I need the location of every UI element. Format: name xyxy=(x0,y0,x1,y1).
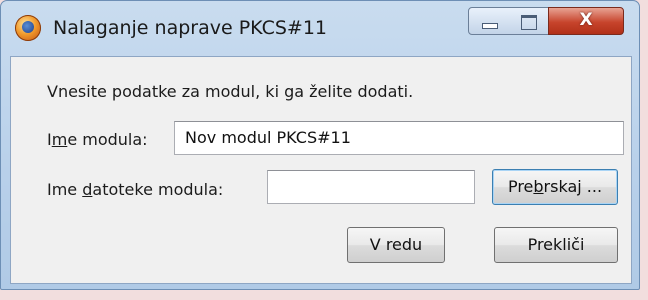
intro-text: Vnesite podatke za modul, ki ga želite d… xyxy=(47,82,414,101)
minimize-button[interactable] xyxy=(468,7,510,35)
module-name-accel-key: m xyxy=(51,130,68,149)
window-title: Nalaganje naprave PKCS#11 xyxy=(53,17,328,39)
dialog-body: Vnesite podatke za modul, ki ga želite d… xyxy=(10,56,632,284)
cancel-button[interactable]: Prekliči xyxy=(494,227,618,263)
ok-button[interactable]: V redu xyxy=(347,227,445,263)
browse-button[interactable]: Prebrskaj ... xyxy=(492,169,618,205)
title-bar[interactable]: Nalaganje naprave PKCS#11 X xyxy=(1,1,639,56)
module-file-label: Ime datoteke modula: xyxy=(47,180,223,199)
close-button[interactable]: X xyxy=(548,7,624,35)
module-name-label: Ime modula: xyxy=(47,130,148,149)
module-file-accel-key: d xyxy=(82,180,93,199)
module-file-input[interactable] xyxy=(267,170,475,204)
firefox-icon xyxy=(15,15,41,41)
maximize-icon xyxy=(521,15,537,30)
browse-accel-key: b xyxy=(533,177,544,196)
module-file-label-pre: Ime xyxy=(47,180,83,199)
maximize-button[interactable] xyxy=(509,7,549,35)
dialog-window: Nalaganje naprave PKCS#11 X Vnesite poda… xyxy=(0,0,640,290)
module-name-input[interactable]: Nov modul PKCS#11 xyxy=(174,121,624,155)
browse-label-post: rskaj ... xyxy=(543,177,603,196)
browse-label-pre: Pre xyxy=(507,177,534,196)
module-name-label-post: e modula: xyxy=(67,130,148,149)
close-icon: X xyxy=(579,10,593,30)
minimize-icon xyxy=(482,23,498,29)
module-file-label-post: atoteke modula: xyxy=(92,180,224,199)
